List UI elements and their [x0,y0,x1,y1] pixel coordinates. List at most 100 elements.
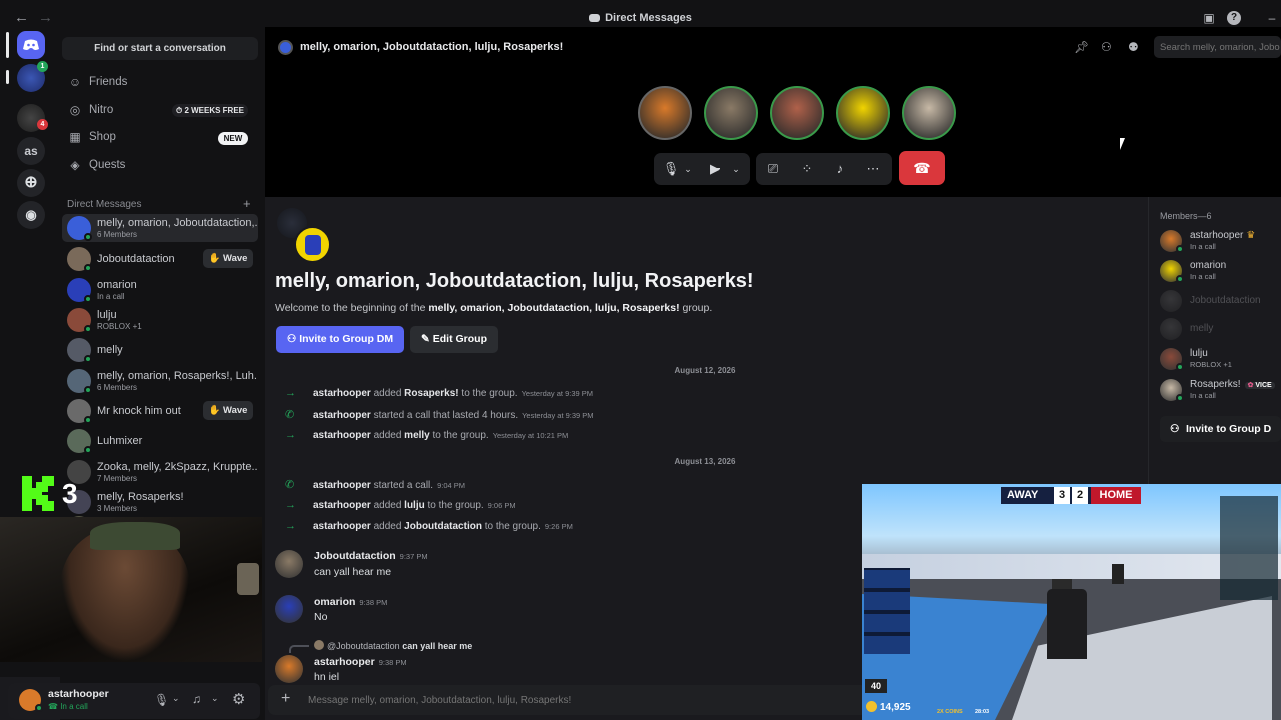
dm-name: melly, omarion, Joboutdataction,... [97,217,257,229]
dm-item[interactable]: omarion In a call [62,276,258,304]
system-target[interactable]: melly [404,430,430,441]
waving-hand-icon: ✋ [208,405,223,416]
system-target[interactable]: Rosaperks! [404,388,458,399]
member-item[interactable]: melly [1160,315,1281,343]
dm-item[interactable]: Zooka, melly, 2kSpazz, Krupptе... 7 Membe… [62,458,258,486]
message-avatar[interactable] [275,550,303,578]
rosaperks-avatar[interactable] [902,86,956,140]
inbox-icon[interactable]: ▣ [1202,11,1216,25]
chevron-down-icon[interactable]: ⌄ [730,160,742,178]
attach-plus-icon[interactable]: + [281,690,290,708]
member-avatar [1160,318,1182,340]
dm-item[interactable]: melly, omarion, Joboutdataction,... 6 Mem… [62,214,258,242]
dm-item[interactable]: melly, omarion, Rosaperks!, Luh... 6 Memb… [62,367,258,395]
system-target[interactable]: lulju [404,500,425,511]
search-input[interactable] [1154,36,1281,58]
nav-friends[interactable]: ☺ Friends [62,70,258,96]
headphones-icon[interactable]: ♫ [192,692,201,706]
system-text: added [370,430,405,441]
melly-avatar[interactable] [770,86,824,140]
add-friends-icon[interactable]: ⚇ [1101,40,1112,54]
microphone-icon[interactable]: 🎙︎ [154,693,169,707]
server-as[interactable]: as [17,137,45,165]
activities-icon[interactable]: ⁘ [798,160,816,178]
wave-button[interactable]: ✋ Wave [203,249,253,268]
chevron-down-icon[interactable]: ⌄ [211,693,219,704]
search-conversation-button[interactable]: Find or start a conversation [62,37,258,60]
dm-item[interactable]: lulju ROBLOX +1 [62,306,258,334]
member-item[interactable]: Joboutdataction [1160,287,1281,315]
astarhooper-avatar[interactable] [638,86,692,140]
reply-avatar [314,640,324,650]
message-avatar[interactable] [275,655,303,683]
welcome-text: Welcome to the beginning of the melly, o… [275,302,713,314]
system-message: → astarhooper added melly to the group. Ye… [285,429,568,441]
member-item[interactable]: lulju ROBLOX +1 [1160,345,1281,373]
end-call-button[interactable]: ☎ [899,151,945,185]
chevron-down-icon[interactable]: ⌄ [682,160,694,178]
discord-home-icon[interactable] [17,31,45,59]
more-options-icon[interactable]: ⋯ [864,160,882,178]
nav-quests[interactable]: ◈ Quests [62,153,258,179]
member-item[interactable]: astarhooper ♛ In a call [1160,227,1281,255]
explore-icon[interactable]: ◉ [17,201,45,229]
system-target[interactable]: Joboutdataction [404,521,482,532]
nitro-badge: ⏱ 2 WEEKS FREE [172,104,248,117]
group-avatar-front [294,226,331,263]
system-text: added [370,500,405,511]
system-user[interactable]: astarhooper [313,430,371,441]
system-user[interactable]: astarhooper [313,500,371,511]
message-author[interactable]: omarion 9:38 PM [314,596,387,608]
invite-to-group-side-button[interactable]: ⚇ Invite to Group D [1160,416,1281,442]
settings-gear-icon[interactable]: ⚙ [232,690,245,708]
camera-off-icon[interactable]: ▶ [706,160,724,178]
member-name: astarhooper ♛ [1190,230,1255,241]
server-avatar-1[interactable]: 1 [17,61,48,92]
soundboard-icon[interactable]: ♪ [831,160,849,178]
lulju-avatar[interactable] [704,86,758,140]
pin-icon[interactable]: 📌︎ [1074,40,1089,54]
screen-share-icon[interactable]: ⎚ [764,160,782,178]
system-user[interactable]: astarhooper [313,521,371,532]
user-panel: astarhooper ☎ In a call 🎙︎ ⌄ ♫ ⌄ ⚙ [8,683,260,719]
nav-nitro[interactable]: ◎ Nitro ⏱ 2 WEEKS FREE [62,98,258,124]
wave-button[interactable]: ✋ Wave [203,401,253,420]
selected-pill [6,32,9,58]
message-input[interactable] [308,690,848,710]
pencil-icon: ✎ [421,333,433,345]
system-user[interactable]: astarhooper [313,410,371,421]
dm-item[interactable]: Joboutdataction ✋ Wave [62,245,258,273]
help-icon[interactable]: ? [1227,11,1241,25]
minimize-icon[interactable]: – [1265,11,1279,25]
nav-shop[interactable]: ▦ Shop NEW [62,125,258,151]
microphone-icon[interactable]: 🎙︎ [662,160,680,178]
member-item[interactable]: Rosaperks! ✿ VICE In a call [1160,376,1281,404]
timestamp: 9:38 PM [359,598,388,607]
invite-to-group-button[interactable]: ⚇ Invite to Group DM [276,326,404,353]
dm-item[interactable]: Luhmixer [62,427,258,455]
dm-item[interactable]: Mr knock him out ✋ Wave [62,397,258,425]
chevron-down-icon[interactable]: ⌄ [172,693,180,704]
omarion-avatar[interactable] [836,86,890,140]
system-user[interactable]: astarhooper [313,388,371,399]
person-wave-icon: ☺ [68,75,82,89]
waving-hand-icon: ✋ [208,253,223,264]
reply-line [289,645,309,653]
reply-preview[interactable]: @Joboutdataction can yall hear me [314,640,472,651]
system-user[interactable]: astarhooper [313,480,371,491]
message-author[interactable]: Joboutdataction 9:37 PM [314,550,428,562]
message-composer[interactable]: + [268,685,868,715]
timestamp: Yesterday at 9:39 PM [521,389,594,398]
dm-item[interactable]: melly [62,336,258,364]
dm-item[interactable]: melly, Rosaperks! 3 Members [62,488,258,516]
edit-group-button[interactable]: ✎ Edit Group [410,326,498,353]
message-author[interactable]: astarhooper 9:38 PM [314,656,407,668]
author-name: astarhooper [314,656,375,668]
members-list-icon[interactable]: ⚉ [1128,40,1139,54]
create-dm-icon[interactable]: + [243,196,251,211]
add-server-icon[interactable]: ⊕ [17,169,45,197]
member-item[interactable]: omarion In a call [1160,257,1281,285]
server-avatar-2[interactable]: 4 [17,104,48,132]
message-avatar[interactable] [275,595,303,623]
channel-header-title: melly, omarion, Joboutdataction, lulju, … [300,41,564,53]
